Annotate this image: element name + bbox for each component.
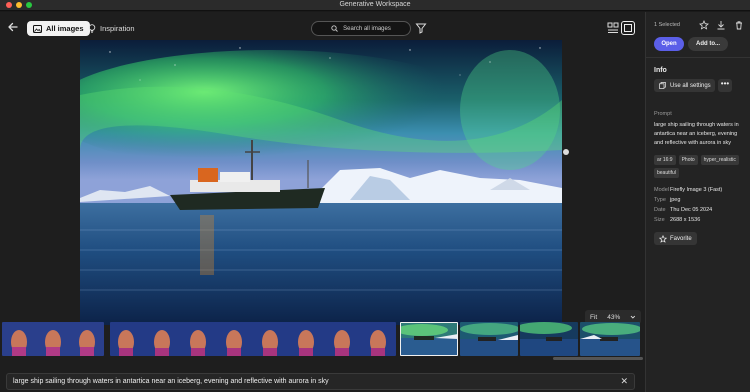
star-icon[interactable]	[699, 20, 709, 30]
thumbnail-selected[interactable]	[400, 322, 458, 356]
tag-list: ar 16:9 Photo hyper_realistic beautiful	[654, 155, 749, 178]
main-image[interactable]	[80, 40, 562, 325]
detail-value: Thu Dec 05 2024	[670, 207, 713, 213]
thumbnail-ship-2[interactable]	[460, 322, 518, 356]
tab-inspiration-label: Inspiration	[100, 24, 135, 33]
detail-row: Type jpeg	[654, 197, 722, 207]
title-bar: Generative Workspace	[0, 0, 750, 11]
window-title: Generative Workspace	[339, 1, 411, 8]
info-heading: Info	[654, 67, 667, 74]
detail-value: jpeg	[670, 197, 681, 203]
filter-icon[interactable]	[415, 22, 427, 34]
detail-row: Date Thu Dec 05 2024	[654, 207, 722, 217]
back-button[interactable]	[6, 21, 20, 35]
search-icon	[331, 25, 338, 32]
detail-value: 2688 x 1536	[670, 217, 701, 223]
favorite-label: Favorite	[670, 235, 692, 242]
details-list: Model Firefly Image 3 (Fast) Type jpeg Dat…	[654, 187, 722, 227]
main-area: All images Inspiration Search all images	[0, 12, 645, 392]
layout-icon[interactable]	[607, 22, 619, 34]
star-icon	[659, 234, 667, 243]
thumbnail-group-portraits-2[interactable]	[110, 322, 396, 356]
add-to-button[interactable]: Add to...	[688, 37, 728, 51]
ship-aurora-image	[80, 40, 562, 325]
thumbnail-ship-3[interactable]	[520, 322, 578, 356]
detail-key: Type	[654, 197, 666, 203]
scrollbar-thumb[interactable]	[553, 357, 643, 360]
use-all-settings-label: Use all settings	[670, 82, 711, 89]
divider	[646, 57, 750, 58]
single-view-icon[interactable]	[621, 21, 635, 35]
tag: Photo	[678, 155, 698, 165]
thumbnail-ship-4[interactable]	[580, 322, 640, 356]
open-button[interactable]: Open	[654, 37, 684, 51]
trash-icon[interactable]	[734, 20, 744, 30]
lightbulb-icon	[88, 24, 96, 33]
prompt-bar[interactable]: large ship sailing through waters in ant…	[6, 373, 635, 390]
favorite-button[interactable]: Favorite	[654, 232, 697, 245]
tab-all-images-label: All images	[46, 24, 84, 33]
selected-count: 1 Selected	[654, 22, 680, 28]
tab-inspiration[interactable]: Inspiration	[82, 21, 141, 36]
search-input[interactable]: Search all images	[311, 21, 411, 36]
tab-all-images[interactable]: All images	[27, 21, 90, 36]
download-icon[interactable]	[716, 20, 726, 30]
tag: beautiful	[654, 168, 679, 178]
arrow-left-icon	[8, 22, 18, 32]
detail-row: Size 2688 x 1536	[654, 217, 722, 227]
search-placeholder: Search all images	[343, 25, 391, 32]
use-all-settings-button[interactable]: Use all settings	[654, 79, 715, 92]
filmstrip-scrollbar[interactable]	[0, 357, 645, 361]
filmstrip	[0, 320, 645, 358]
next-image-button[interactable]	[563, 149, 569, 155]
detail-row: Model Firefly Image 3 (Fast)	[654, 187, 722, 197]
prompt-heading: Prompt	[654, 111, 672, 117]
image-icon	[33, 24, 42, 33]
prompt-bar-text: large ship sailing through waters in ant…	[13, 378, 329, 385]
more-options-button[interactable]: •••	[718, 79, 732, 92]
thumbnail-group-portraits[interactable]	[2, 322, 104, 356]
detail-key: Date	[654, 207, 666, 213]
prompt-text: large ship sailing through waters in ant…	[654, 122, 739, 146]
detail-key: Size	[654, 217, 665, 223]
info-panel: 1 Selected Open Add to... Info Use all s…	[645, 12, 750, 392]
close-icon[interactable]: ✕	[620, 376, 628, 387]
tag: ar 16:9	[654, 155, 676, 165]
detail-value: Firefly Image 3 (Fast)	[670, 187, 723, 193]
detail-key: Model	[654, 187, 669, 193]
tag: hyper_realistic	[700, 155, 739, 165]
copy-icon	[659, 82, 666, 89]
